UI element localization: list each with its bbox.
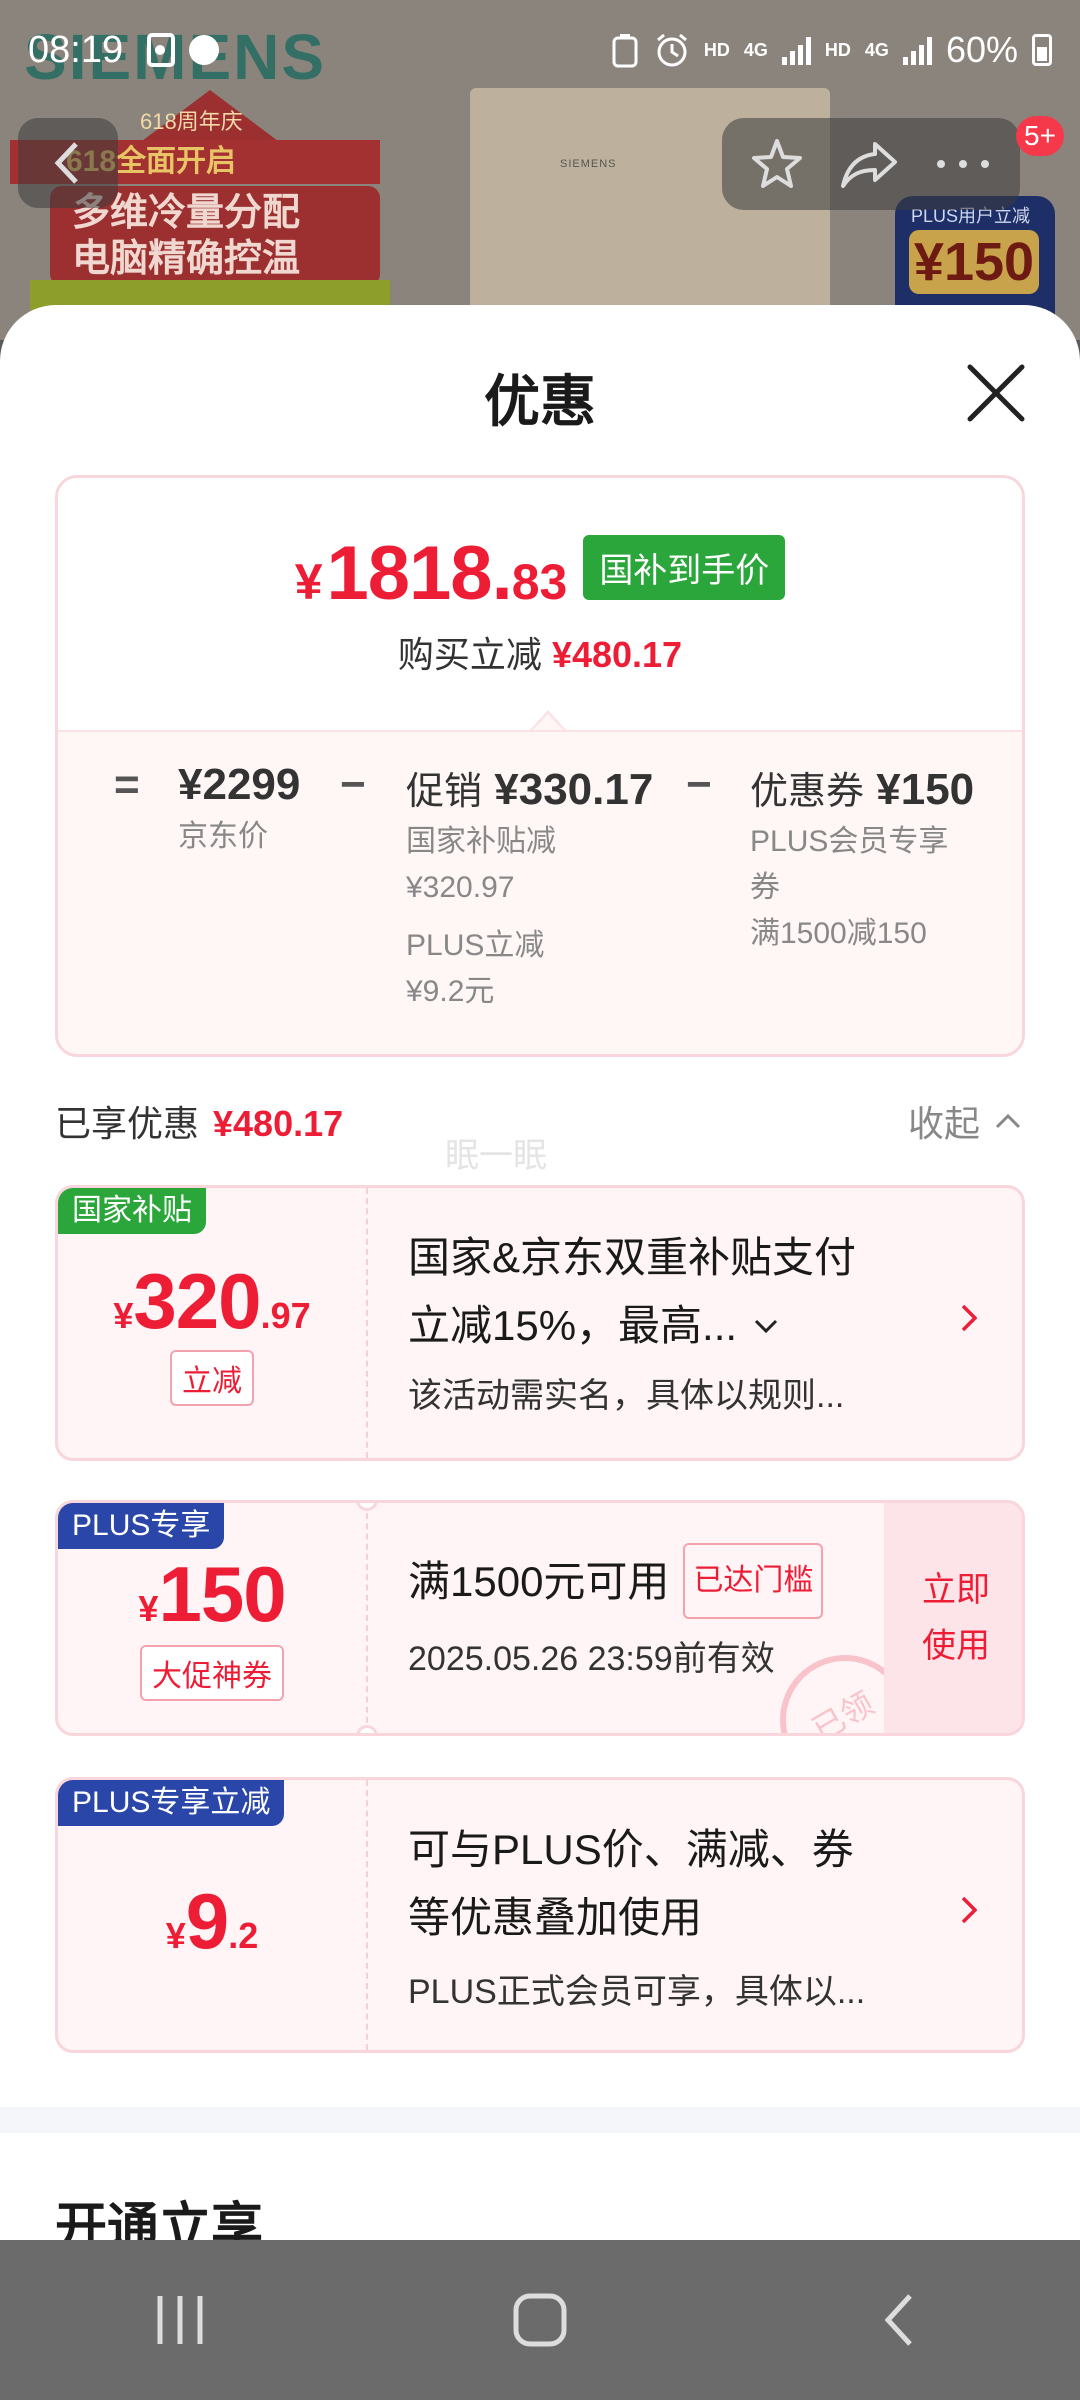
status-bar: 08:19 HD 4G HD 4G 60% — [0, 0, 1080, 100]
minus-sign: − — [340, 760, 366, 809]
final-price-row: ¥ 1818. 83 国补到手价 — [58, 530, 1022, 617]
price-breakdown: = ¥2299 京东价 − 促销 ¥330.17 国家补贴减 ¥320.97 P… — [58, 730, 1022, 1054]
network-4g-2: 4G — [864, 40, 889, 60]
coupon-expiry: 2025.05.26 23:59前有效 — [408, 1640, 775, 1678]
recent-apps-button[interactable] — [120, 2270, 240, 2370]
coupon-description: 可与PLUS价、满减、券 等优惠叠加使用 — [408, 1826, 854, 1941]
share-icon[interactable] — [839, 136, 899, 192]
price-summary-card: ¥ 1818. 83 国补到手价 购买立减 ¥480.17 = ¥2299 京东价… — [55, 475, 1025, 1057]
coupon-note: PLUS正式会员可享，具体以... — [408, 1973, 866, 2011]
top-action-bar — [722, 118, 1020, 210]
saving-row: 购买立减 ¥480.17 — [397, 634, 683, 675]
clock: 08:19 — [28, 28, 124, 71]
chevron-right-icon[interactable] — [958, 1890, 982, 1930]
anniversary-text: 618周年庆 — [140, 109, 243, 134]
star-icon[interactable] — [749, 136, 805, 192]
discount-sheet: 优惠 ¥ 1818. 83 国补到手价 购买立减¥480.17 = ¥2299 — [0, 305, 1080, 2240]
cart-badge: 5+ — [1016, 116, 1064, 156]
chevron-up-icon — [995, 1113, 1021, 1129]
use-now-button[interactable]: 立即 使用 — [884, 1503, 1022, 1733]
coupon-pill: 大促神券 — [58, 1645, 366, 1701]
close-icon[interactable] — [960, 357, 1032, 429]
jd-price-col: ¥2299 京东价 — [178, 760, 301, 853]
threshold-reached-badge: 已达门槛 — [683, 1543, 824, 1619]
more-icon[interactable] — [933, 154, 993, 174]
coupon-description: 国家&京东双重补贴支付 立减15%，最高... — [408, 1234, 857, 1349]
system-nav-bar — [0, 2240, 1080, 2400]
app-notification-icon — [189, 35, 220, 65]
coupon-tag: PLUS专享 — [58, 1503, 225, 1549]
nfc-icon — [612, 34, 638, 68]
coupon-amount: ¥9.2 — [165, 1877, 259, 1965]
home-icon — [513, 2293, 567, 2347]
battery-icon — [1032, 34, 1052, 66]
network-4g: 4G — [743, 40, 768, 60]
chevron-left-icon — [54, 142, 78, 184]
coupon-national-subsidy[interactable]: 国家补贴 ¥320.97 立减 国家&京东双重补贴支付 立减15%，最高... … — [55, 1185, 1025, 1461]
sheet-title: 优惠 — [484, 370, 596, 433]
back-nav-button[interactable] — [840, 2270, 960, 2370]
subsidy-price-tag: 国补到手价 — [583, 535, 786, 600]
signal-icon — [781, 35, 811, 65]
final-price: ¥ 1818. 83 — [294, 531, 568, 616]
minus-sign-2: − — [686, 760, 712, 809]
promo-col: 促销 ¥330.17 国家补贴减 ¥320.97 PLUS立减 ¥9.2元 — [406, 765, 654, 1008]
coupon-tag: PLUS专享立减 — [58, 1780, 285, 1826]
coupon-note: 该活动需实名，具体以规则... — [408, 1377, 845, 1415]
coupon-col: 优惠券 ¥150 PLUS会员专享 券 满1500减150 — [750, 765, 975, 950]
chevron-right-icon[interactable] — [958, 1298, 982, 1338]
watermark: 眠一眠 — [445, 1137, 547, 1175]
coupon-plus-instant[interactable]: PLUS专享立减 ¥9.2 可与PLUS价、满减、券 等优惠叠加使用 PLUS正… — [55, 1777, 1025, 2053]
section-separator — [0, 2107, 1080, 2133]
chevron-down-icon[interactable] — [753, 1317, 779, 1335]
coupon-amount: ¥320.97 — [113, 1257, 311, 1345]
membership-section-title: 开通立享 — [55, 2199, 264, 2240]
recent-apps-icon — [157, 2296, 203, 2344]
equals-sign: = — [114, 760, 140, 809]
coupon-amount: ¥150 — [138, 1550, 286, 1638]
signal-icon-2 — [902, 35, 932, 65]
coupon-pill: 立减 — [58, 1350, 366, 1406]
alarm-icon — [656, 33, 687, 67]
back-icon — [884, 2294, 912, 2346]
back-button[interactable] — [18, 118, 118, 208]
battery-percent: 60% — [945, 29, 1018, 70]
hd-indicator-2: HD — [824, 40, 851, 60]
coupon-description: 满1500元可用 已达门槛 — [408, 1543, 824, 1623]
gallery-icon — [147, 33, 176, 67]
home-button[interactable] — [480, 2270, 600, 2370]
enjoyed-discounts: 已享优惠 ¥480.17 — [55, 1103, 344, 1144]
coupon-tag: 国家补贴 — [58, 1188, 206, 1234]
hd-indicator: HD — [703, 40, 730, 60]
collapse-toggle[interactable]: 收起 — [908, 1095, 1022, 1147]
coupon-plus-exclusive[interactable]: PLUS专享 ¥150 大促神券 满1500元可用 已达门槛 2025.05.26… — [55, 1500, 1025, 1736]
